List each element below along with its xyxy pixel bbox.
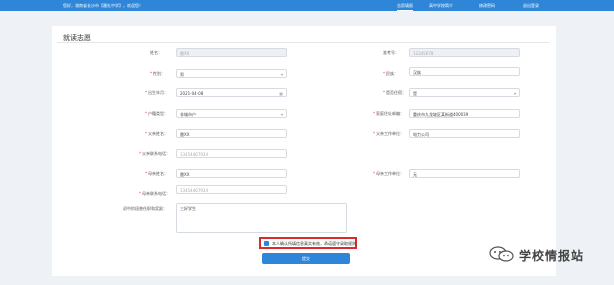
resident-select[interactable]: 是 ▾ — [409, 88, 520, 97]
chevron-down-icon: ▾ — [513, 91, 516, 96]
father-work-field[interactable]: 电力公司 — [409, 129, 520, 138]
name-field: 雷XX — [176, 48, 287, 57]
status-label: *户籍类型： — [145, 111, 168, 116]
notes-textarea[interactable]: 三好学生 — [176, 203, 347, 233]
ethnic-label: *民族： — [383, 71, 398, 76]
father-work-label: *父亲工作单位： — [373, 131, 404, 136]
father-name-field[interactable]: 雷XX — [176, 129, 287, 138]
mother-name-label: *母亲姓名： — [145, 171, 168, 176]
birth-date-field[interactable]: 2021-04-08 ▦ — [176, 88, 287, 97]
gender-label: *性别： — [150, 71, 165, 76]
title-divider — [57, 42, 549, 43]
nav-school-intro[interactable]: 高中学校简介 — [429, 3, 453, 9]
nav-logout[interactable]: 退出登录 — [523, 3, 539, 9]
father-phone-field[interactable]: 13454467934 — [176, 149, 287, 158]
welcome-text: 您好，湖南省长沙市【雅礼中学】，欢迎您！ — [63, 3, 143, 8]
exam-no-field: 12345678 — [409, 48, 520, 57]
agreement-box[interactable]: 本人确认所填信息真实有效，承诺遵守录取规则 — [259, 237, 357, 249]
gender-select[interactable]: 男 ▾ — [176, 69, 287, 78]
address-field[interactable]: 重庆市九龙坡区某街道400039 — [409, 109, 520, 118]
calendar-icon: ▦ — [279, 91, 283, 96]
mother-work-label: *母亲工作单位： — [373, 171, 404, 176]
mother-phone-field[interactable]: 13454467934 — [176, 185, 287, 194]
chevron-down-icon: ▾ — [280, 112, 283, 117]
chevron-down-icon: ▾ — [280, 72, 283, 77]
notes-label: 初中阶段曾任职和奖励： — [123, 206, 167, 211]
nav-change-password[interactable]: 修改密码 — [479, 3, 495, 9]
top-nav-bar: 您好，湖南省长沙市【雅礼中学】，欢迎您！ 志愿填报 高中学校简介 修改密码 退出… — [0, 0, 614, 11]
address-label: *家庭住址邮编： — [373, 111, 404, 116]
ethnic-field[interactable]: 汉族 — [409, 67, 520, 76]
submit-button[interactable]: 提交 — [262, 253, 350, 264]
wechat-logo-icon — [489, 246, 514, 262]
name-label: 姓名： — [150, 50, 162, 55]
watermark-text: 学校情报站 — [519, 249, 585, 263]
mother-work-field[interactable]: 无 — [409, 169, 520, 178]
nav-apply[interactable]: 志愿填报 — [397, 3, 413, 11]
mother-phone-label: *母亲联系电话： — [139, 191, 170, 196]
birth-label: *出生年月： — [145, 90, 168, 95]
agreement-text: 本人确认所填信息真实有效，承诺遵守录取规则 — [272, 241, 356, 246]
father-phone-label: *父亲联系电话： — [139, 151, 170, 156]
exam-no-label: 准考号： — [383, 50, 399, 55]
status-select[interactable]: 非城市户 ▾ — [176, 109, 287, 118]
father-name-label: *父亲姓名： — [145, 131, 168, 136]
watermark: 学校情报站 — [487, 244, 607, 264]
agreement-checkbox[interactable] — [264, 241, 269, 246]
resident-label: *是否住宿： — [383, 90, 406, 95]
mother-name-field[interactable]: 雷XX — [176, 169, 287, 178]
